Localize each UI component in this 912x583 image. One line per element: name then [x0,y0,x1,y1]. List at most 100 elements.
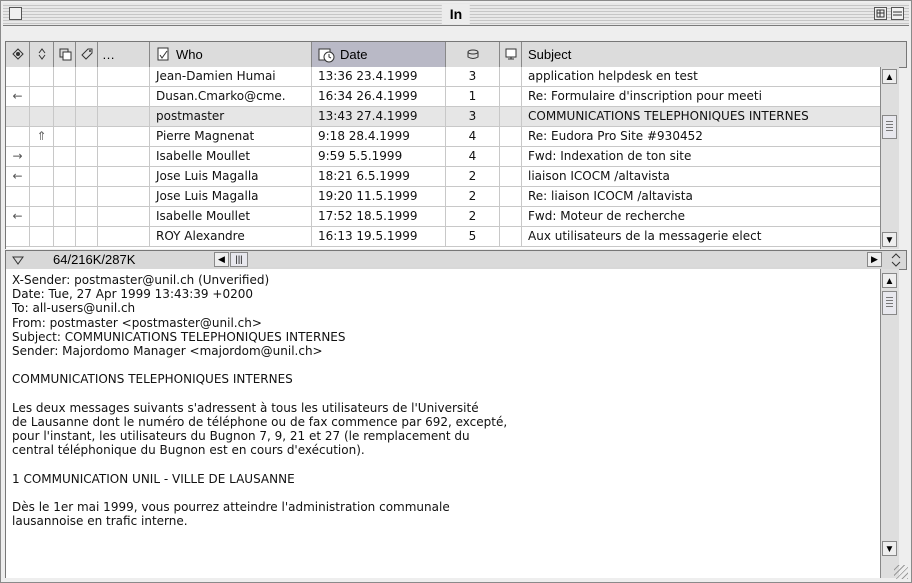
size-cell: 1 [446,87,500,106]
subject-cell: liaison ICOCM /altavista [528,169,670,183]
who-cell: Jose Luis Magalla [150,167,312,186]
message-row[interactable]: postmaster 13:43 27.4.1999 3 COMMUNICATIONS… [6,107,880,127]
label-column-header[interactable] [76,42,98,67]
status-column-header[interactable] [6,42,30,67]
date-cell: 19:20 11.5.1999 [312,187,446,206]
status-cell: ← [6,207,30,226]
message-body: X-Sender: postmaster@unil.ch (Unverified… [12,273,508,529]
priority-column-header[interactable] [30,42,54,67]
message-row[interactable]: Jose Luis Magalla 19:20 11.5.1999 2 Re: lia… [6,187,880,207]
message-row[interactable]: ← Isabelle Moullet 17:52 18.5.1999 2 Fwd: Mo… [6,207,880,227]
status-cell [6,107,30,126]
priority-cell: ⇑ [30,127,54,146]
resize-grip-icon[interactable] [894,565,908,579]
ellipsis-icon: … [102,47,115,62]
message-row[interactable]: Jean-Damien Humai 13:36 23.4.1999 3 applica… [6,67,880,87]
scroll-down-icon[interactable]: ▼ [882,232,897,247]
attachment-column-header[interactable] [54,42,76,67]
date-cell: 17:52 18.5.1999 [312,207,446,226]
priority-sort-icon [38,48,46,60]
message-list-scrollbar[interactable]: ▲ ▼ [880,67,899,249]
mood-cell [500,87,522,106]
server-column-header[interactable]: … [98,42,150,67]
copy-icon [59,48,72,61]
pane-toggle-icon[interactable] [10,252,26,268]
message-row[interactable]: ← Jose Luis Magalla 18:21 6.5.1999 2 liaison… [6,167,880,187]
preview-scroll-down-icon[interactable]: ▼ [882,541,897,556]
priority-cell [30,167,54,186]
who-column-label: Who [176,47,203,62]
server-cell [98,127,150,146]
priority-cell [30,187,54,206]
attachment-cell [54,167,76,186]
message-row[interactable]: ← Dusan.Cmarko@cme. 16:34 26.4.1999 1 Re: Fo… [6,87,880,107]
mailbox-size: 64/216K/287K [53,252,136,267]
date-cell: 9:18 28.4.1999 [312,127,446,146]
who-cell: Jose Luis Magalla [150,187,312,206]
monitor-icon [505,48,517,60]
mood-cell [500,207,522,226]
mood-column-header[interactable] [500,42,522,67]
label-cell [76,227,98,246]
priority-cell [30,207,54,226]
close-box-icon[interactable] [9,7,22,20]
scroll-thumb[interactable] [882,115,897,139]
attachment-cell [54,147,76,166]
message-row[interactable]: → Isabelle Moullet 9:59 5.5.1999 4 Fwd: Inde… [6,147,880,167]
preview-scroll-thumb[interactable] [882,291,897,315]
label-cell [76,107,98,126]
attachment-cell [54,127,76,146]
horizontal-scrollbar[interactable]: ◀ ||| ▶ [214,252,882,267]
message-row[interactable]: ROY Alexandre 16:13 19.5.1999 5 Aux utilisa… [6,227,880,247]
date-cell: 16:34 26.4.1999 [312,87,446,106]
server-cell [98,67,150,86]
scroll-right-icon[interactable]: ▶ [867,252,882,267]
label-cell [76,87,98,106]
mood-cell [500,107,522,126]
status-cell: ← [6,87,30,106]
label-cell [76,187,98,206]
size-cell: 2 [446,187,500,206]
label-cell [76,67,98,86]
preview-scrollbar[interactable]: ▲ ▼ [880,269,899,578]
server-cell [98,207,150,226]
priority-cell [30,227,54,246]
date-cell: 16:13 19.5.1999 [312,227,446,246]
mood-cell [500,67,522,86]
scroll-up-icon[interactable]: ▲ [882,69,897,84]
horizontal-scroll-thumb[interactable]: ||| [230,252,248,267]
subject-cell: Re: Formulaire d'inscription pour meeti [528,89,762,103]
attachment-cell [54,107,76,126]
size-cell: 3 [446,107,500,126]
zoom-box-icon[interactable] [874,7,887,20]
who-cell: Jean-Damien Humai [150,67,312,86]
who-column-header[interactable]: Who [150,42,312,67]
status-cell [6,127,30,146]
date-column-header[interactable]: Date [312,42,446,67]
message-preview[interactable]: X-Sender: postmaster@unil.ch (Unverified… [5,269,880,578]
preview-scroll-up-icon[interactable]: ▲ [882,273,897,288]
priority-cell [30,107,54,126]
status-cell [6,227,30,246]
message-list[interactable]: Jean-Damien Humai 13:36 23.4.1999 3 applica… [5,67,880,249]
mood-cell [500,147,522,166]
size-column-header[interactable] [446,42,500,67]
mailbox-status-bar: 64/216K/287K ◀ ||| ▶ [5,250,907,270]
date-cell: 9:59 5.5.1999 [312,147,446,166]
attachment-cell [54,67,76,86]
scroll-left-icon[interactable]: ◀ [214,252,229,267]
collapse-box-icon[interactable] [891,7,904,20]
size-cell: 5 [446,227,500,246]
server-cell [98,167,150,186]
server-cell [98,107,150,126]
clock-icon [318,48,335,63]
subject-cell: Fwd: Moteur de recherche [528,209,686,223]
subject-column-header[interactable]: Subject [522,42,878,67]
title-bar[interactable]: In [3,3,909,26]
size-cell: 4 [446,147,500,166]
who-cell: postmaster [150,107,312,126]
resize-pane-icon[interactable] [889,252,903,268]
server-cell [98,87,150,106]
message-row[interactable]: ⇑ Pierre Magnenat 9:18 28.4.1999 4 Re: Eudor… [6,127,880,147]
date-cell: 13:36 23.4.1999 [312,67,446,86]
